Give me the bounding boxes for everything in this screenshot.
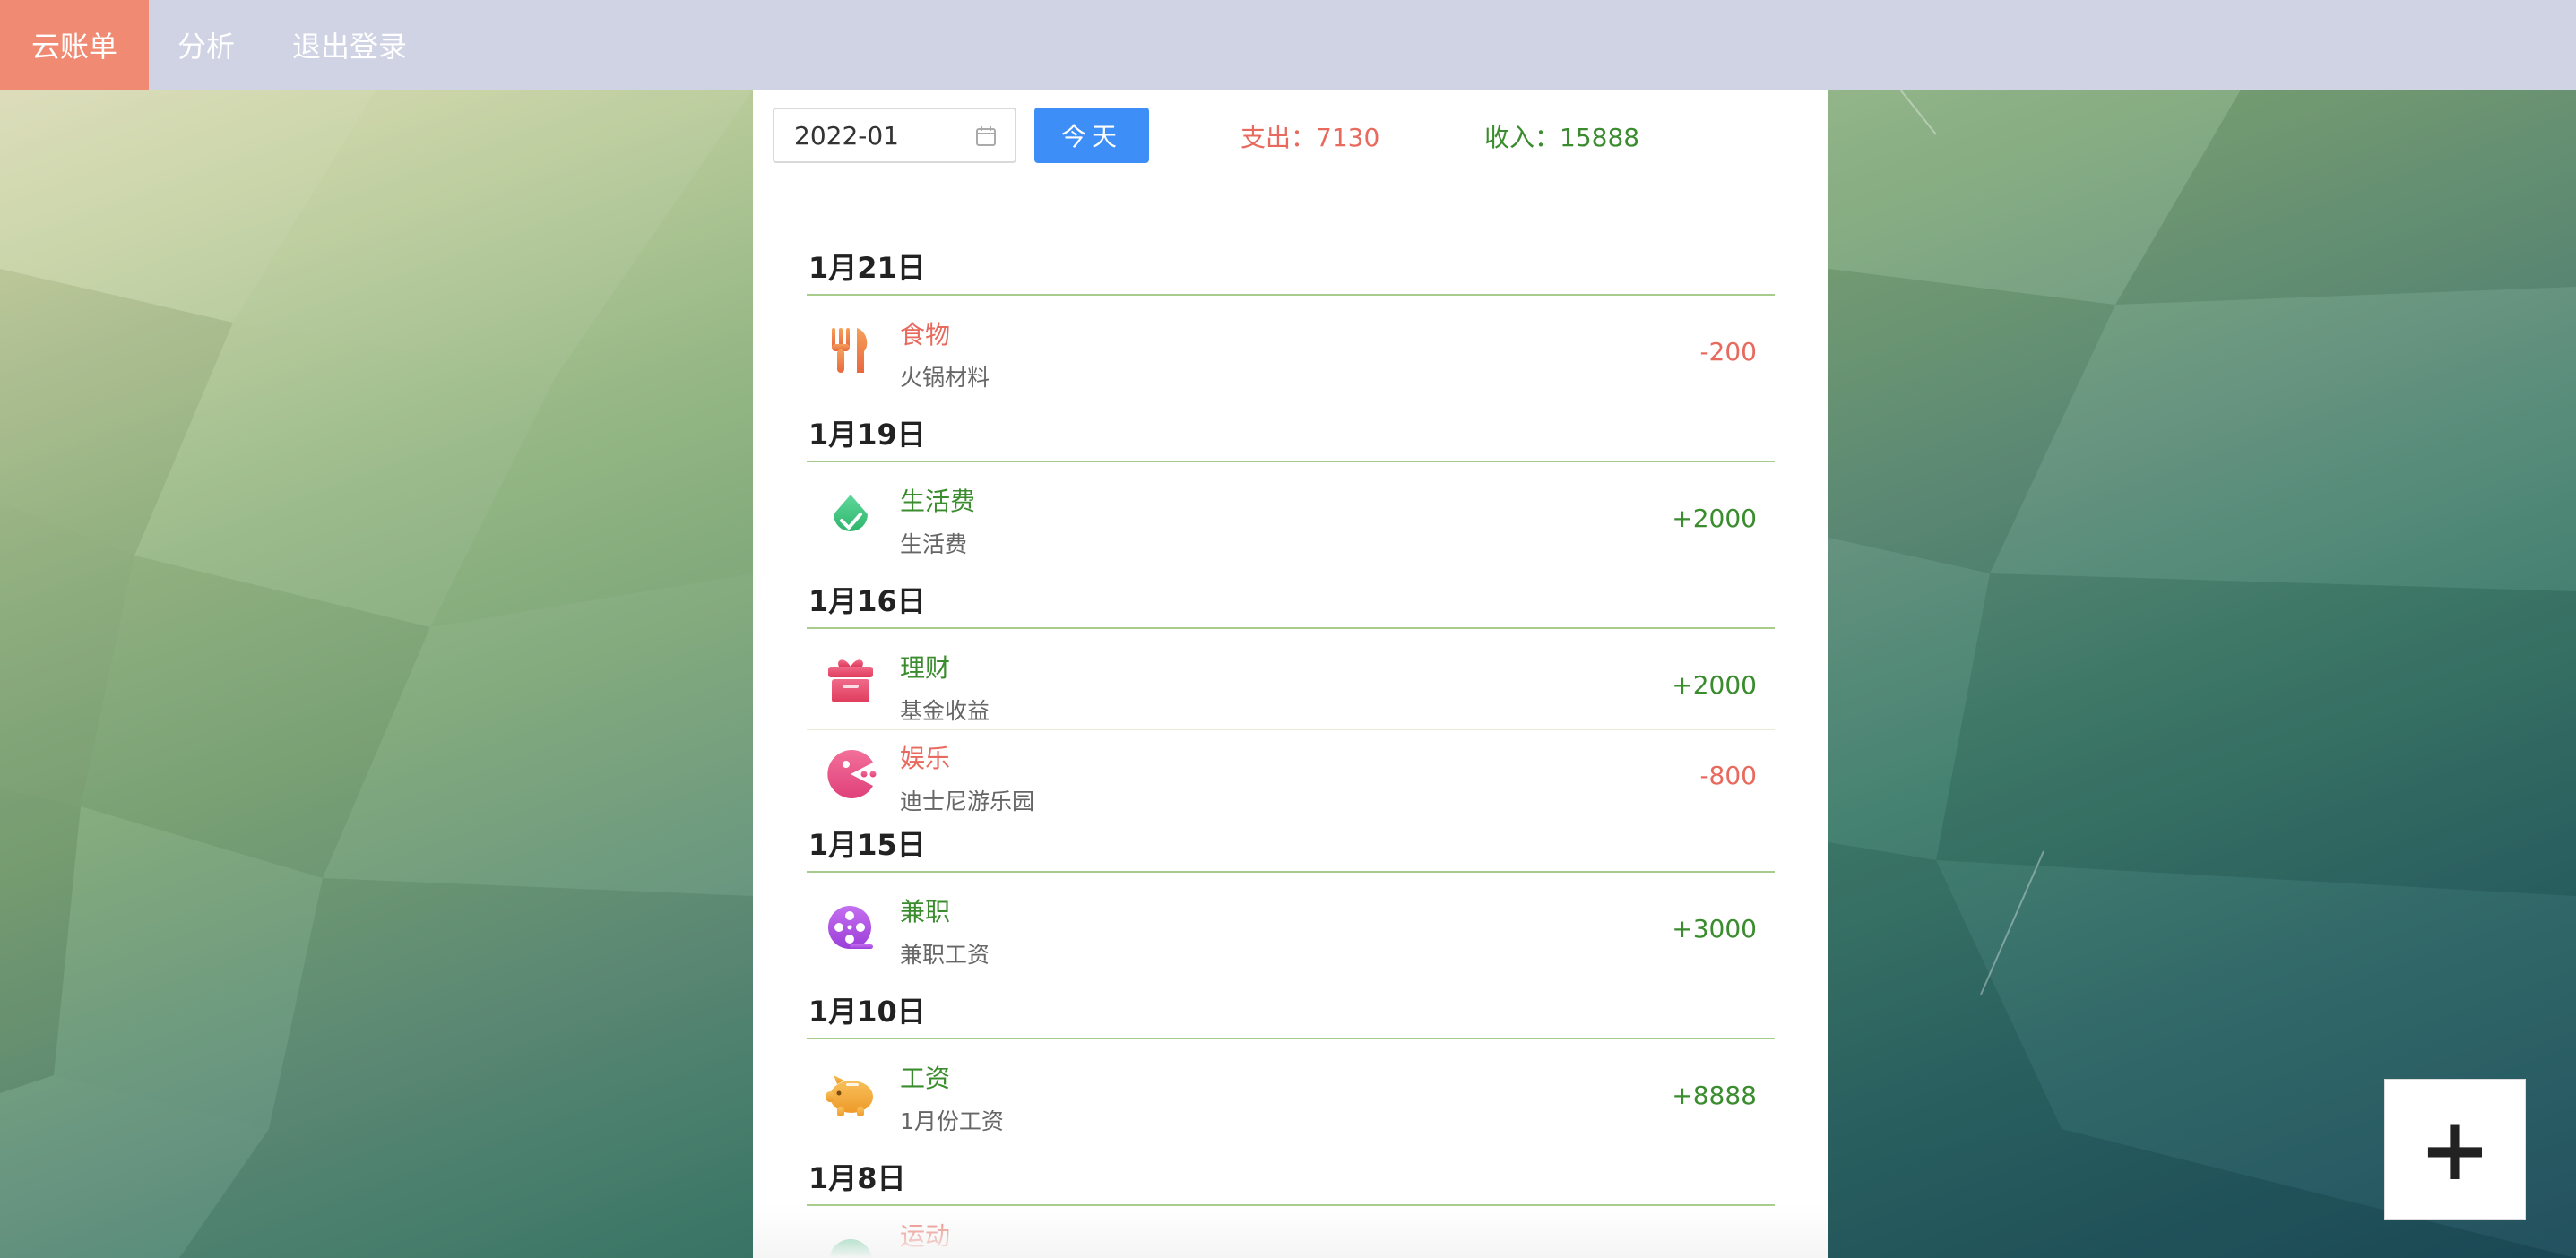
- piggy-bank-icon: [826, 1075, 873, 1116]
- record-amount: +3000: [1672, 914, 1757, 944]
- top-navbar: 云账单 分析 退出登录: [0, 0, 2576, 90]
- list-item[interactable]: 理财 基金收益 +2000: [807, 629, 1775, 729]
- record-note: 火锅材料: [900, 365, 990, 391]
- record-note: 生活费: [900, 531, 968, 557]
- record-amount: -200: [1699, 337, 1757, 366]
- record-amount: -800: [1699, 761, 1757, 790]
- bill-toolbar: 2022-01 今天 支出：7130 收入：15888: [773, 108, 1812, 165]
- bill-panel: 2022-01 今天 支出：7130 收入：15888 1月21日 食物 火锅材…: [753, 90, 1828, 1258]
- pacman-icon: [827, 750, 877, 798]
- month-picker-value: 2022-01: [794, 120, 899, 151]
- month-picker-input[interactable]: 2022-01: [773, 108, 1016, 163]
- list-item[interactable]: 食物 火锅材料 -200: [807, 296, 1775, 409]
- day-header: 1月19日: [807, 409, 1775, 462]
- bill-list: 1月21日 食物 火锅材料 -200 1月19日 生活费 生活费 +2000 1…: [807, 242, 1775, 1258]
- record-category: 工资: [900, 1064, 951, 1093]
- list-item[interactable]: 工资 1月份工资 +8888: [807, 1039, 1775, 1152]
- today-button[interactable]: 今天: [1034, 108, 1149, 163]
- day-header: 1月16日: [807, 575, 1775, 629]
- nav-item-analysis[interactable]: 分析: [149, 0, 264, 90]
- day-header: 1月10日: [807, 986, 1775, 1039]
- nav-item-logout[interactable]: 退出登录: [264, 0, 436, 90]
- record-amount: +2000: [1672, 670, 1757, 700]
- gift-box-icon: [828, 659, 873, 702]
- list-bottom-fade: [753, 1204, 1828, 1258]
- record-note: 基金收益: [900, 698, 990, 724]
- list-item[interactable]: 兼职 兼职工资 +3000: [807, 873, 1775, 986]
- film-reel-icon: [828, 906, 873, 949]
- record-category: 兼职: [900, 897, 951, 926]
- record-category: 理财: [900, 653, 951, 683]
- record-note: 迪士尼游乐园: [900, 788, 1035, 814]
- record-category: 娱乐: [900, 744, 951, 773]
- nav-item-bills[interactable]: 云账单: [0, 0, 149, 90]
- record-amount: +8888: [1672, 1081, 1757, 1110]
- record-category: 食物: [900, 320, 951, 349]
- record-amount: +2000: [1672, 504, 1757, 533]
- list-item[interactable]: 娱乐 迪士尼游乐园 -800: [807, 729, 1775, 819]
- day-header: 1月15日: [807, 819, 1775, 873]
- income-total: 收入：15888: [1484, 123, 1640, 152]
- record-category: 生活费: [900, 487, 976, 516]
- day-header: 1月21日: [807, 242, 1775, 296]
- record-note: 1月份工资: [900, 1108, 1004, 1134]
- water-drop-check-icon: [834, 495, 868, 532]
- record-note: 兼职工资: [900, 942, 990, 968]
- day-header: 1月8日: [807, 1152, 1775, 1206]
- fork-knife-icon: [832, 328, 868, 373]
- expense-total: 支出：7130: [1240, 123, 1380, 152]
- add-record-button[interactable]: +: [2384, 1079, 2526, 1220]
- calendar-icon: [976, 126, 996, 146]
- list-item[interactable]: 生活费 生活费 +2000: [807, 462, 1775, 575]
